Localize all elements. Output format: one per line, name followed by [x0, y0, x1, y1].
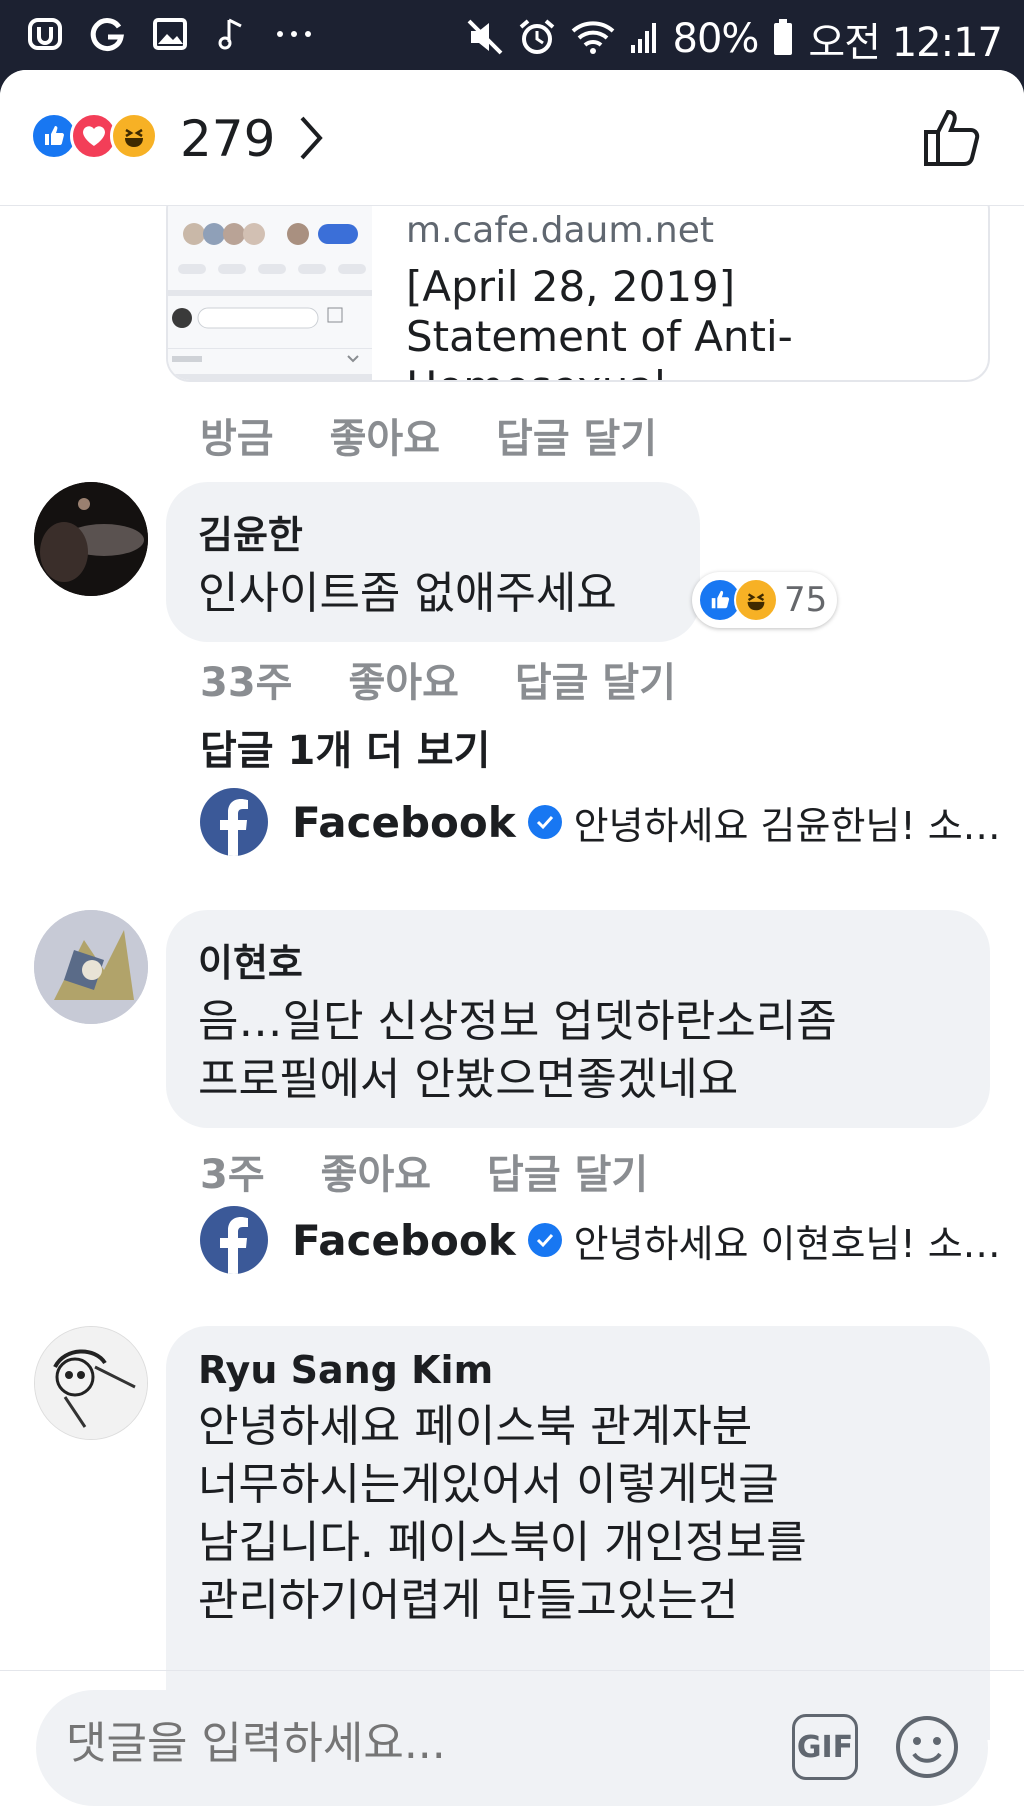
alarm-icon: [517, 17, 557, 61]
reaction-count[interactable]: 279: [180, 110, 275, 168]
comment-list: m.cafe.daum.net [April 28, 2019] Stateme…: [0, 206, 1024, 1740]
link-thumbnail: [168, 206, 372, 380]
comment-bubble[interactable]: 이현호 음…일단 신상정보 업뎃하란소리좀 프로필에서 안봤으면좋겠네요: [166, 910, 990, 1128]
reaction-count: 75: [784, 580, 828, 620]
reply-link[interactable]: 답글 달기: [487, 1142, 648, 1200]
avatar[interactable]: [34, 482, 148, 596]
battery-percent: 80%: [672, 16, 760, 62]
facebook-logo-icon: [200, 788, 268, 856]
verified-badge-icon: [527, 1223, 562, 1257]
link-actions: 방금 좋아요 답글 달기: [200, 406, 713, 464]
link-domain: m.cafe.daum.net: [406, 210, 714, 251]
link-title: [April 28, 2019] Statement of Anti-Homos…: [406, 262, 793, 380]
image-icon: [150, 14, 190, 54]
reaction-summary[interactable]: [30, 112, 158, 160]
comments-sheet: 279 m.cafe.daum.net [April 28, 2019] Sta…: [0, 70, 1024, 1820]
comment-author[interactable]: 김윤한: [198, 504, 668, 559]
reply-link[interactable]: 답글 달기: [496, 406, 657, 464]
reply-author[interactable]: Facebook: [292, 1216, 516, 1265]
comment-text-line: 프로필에서 안봤으면좋겠네요: [198, 1054, 739, 1105]
haha-reaction-icon: [110, 112, 158, 160]
facebook-logo-icon: [200, 1206, 268, 1274]
view-more-replies[interactable]: 답글 1개 더 보기: [200, 718, 490, 776]
comment-author[interactable]: 이현호: [198, 932, 958, 987]
comment-bubble[interactable]: Ryu Sang Kim 안녕하세요 페이스북 관계자분 너무하시는게있어서 이…: [166, 1326, 990, 1740]
avatar[interactable]: [34, 1326, 148, 1440]
reply-link[interactable]: 답글 달기: [515, 650, 676, 708]
clock: 오전 12:17: [808, 20, 1003, 66]
comment-text: 인사이트좀 없애주세요: [198, 568, 617, 619]
wifi-icon: [571, 19, 615, 59]
reactions-header: 279: [0, 70, 1024, 206]
avatar[interactable]: [34, 910, 148, 1024]
comment-input[interactable]: [66, 1718, 746, 1769]
comment-actions: 33주 좋아요 답글 달기: [200, 650, 732, 708]
music-note-icon: [212, 14, 252, 54]
mute-icon: [467, 17, 503, 61]
composer-divider: [0, 1670, 1024, 1671]
reply-author[interactable]: Facebook: [292, 798, 516, 847]
timestamp: 33주: [200, 660, 293, 706]
comment-bubble[interactable]: 김윤한 인사이트좀 없애주세요: [166, 482, 700, 642]
g-refresh-icon: [88, 14, 128, 54]
timestamp: 방금: [200, 416, 274, 462]
like-thumb-icon[interactable]: [922, 104, 982, 172]
app-u-icon: [26, 14, 66, 54]
comment-text-line: 안녕하세요 페이스북 관계자분: [198, 1401, 753, 1452]
comment-text-line: 너무하시는게있어서 이렇게댓글: [198, 1459, 779, 1510]
gif-button[interactable]: GIF: [792, 1714, 858, 1780]
emoji-icon[interactable]: [894, 1714, 960, 1780]
comment-text-line: 음…일단 신상정보 업뎃하란소리좀: [198, 996, 837, 1047]
comment-reactions[interactable]: 75: [692, 572, 838, 628]
battery-icon: [772, 18, 794, 60]
comment-actions: 3주 좋아요 답글 달기: [200, 1142, 704, 1200]
comment-text-line: 관리하기어렵게 만들고있는건: [198, 1575, 739, 1626]
status-left-icons: [26, 14, 314, 54]
status-bar: 80% 오전 12:17: [0, 0, 1024, 72]
timestamp: 3주: [200, 1152, 265, 1198]
page-reply[interactable]: Facebook 안녕하세요 김윤한님! 소…: [200, 788, 1001, 856]
like-link[interactable]: 좋아요: [348, 650, 458, 708]
page-reply[interactable]: Facebook 안녕하세요 이현호님! 소…: [200, 1206, 1001, 1274]
verified-badge-icon: [527, 805, 562, 839]
like-link[interactable]: 좋아요: [321, 1142, 431, 1200]
haha-reaction-icon: [734, 578, 778, 622]
signal-icon: [629, 19, 659, 59]
like-link[interactable]: 좋아요: [330, 406, 440, 464]
comment-composer[interactable]: GIF: [36, 1690, 988, 1806]
comment-author[interactable]: Ryu Sang Kim: [198, 1348, 958, 1392]
chevron-right-icon[interactable]: [296, 114, 326, 166]
reply-text: 안녕하세요 이현호님! 소…: [573, 1221, 1001, 1266]
status-right: 80% 오전 12:17: [467, 10, 1003, 68]
reply-text: 안녕하세요 김윤한님! 소…: [573, 803, 1001, 848]
link-preview-card[interactable]: m.cafe.daum.net [April 28, 2019] Stateme…: [166, 206, 990, 382]
comment-text-line: 남깁니다. 페이스북이 개인정보를: [198, 1517, 807, 1568]
more-dots-icon: [274, 14, 314, 54]
